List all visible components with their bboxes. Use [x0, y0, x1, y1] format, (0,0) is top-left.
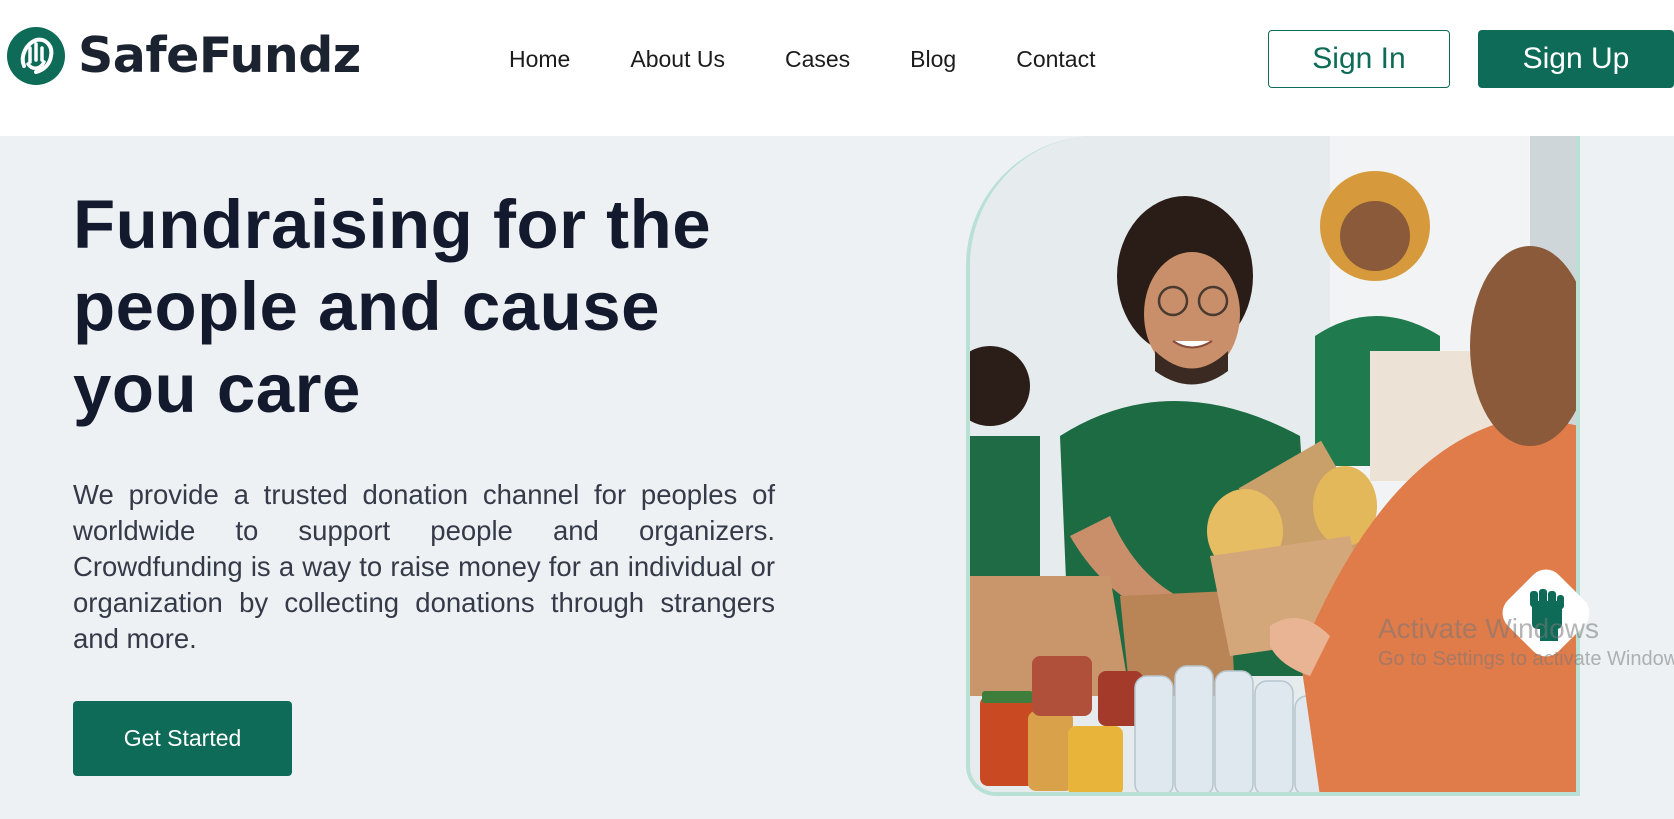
- hero-title: Fundraising for the people and cause you…: [73, 186, 712, 427]
- get-started-button[interactable]: Get Started: [73, 701, 292, 776]
- brand-logo[interactable]: SafeFundz: [6, 26, 361, 86]
- nav-link-contact[interactable]: Contact: [1016, 44, 1095, 74]
- sign-in-button[interactable]: Sign In: [1268, 30, 1450, 88]
- sign-up-button[interactable]: Sign Up: [1478, 30, 1674, 88]
- nav-link-blog[interactable]: Blog: [910, 44, 956, 74]
- brand-name: SafeFundz: [78, 27, 361, 84]
- hero-section: Fundraising for the people and cause you…: [0, 136, 1674, 819]
- nav-link-about-us[interactable]: About Us: [630, 44, 725, 74]
- raised-hand-circle-icon: [7, 27, 65, 85]
- nav-link-cases[interactable]: Cases: [785, 44, 850, 74]
- site-header: SafeFundz Home About Us Cases Blog Conta…: [0, 0, 1674, 136]
- raised-fist-icon[interactable]: [1492, 559, 1600, 667]
- main-nav: Home About Us Cases Blog Contact: [509, 44, 1155, 74]
- volunteers-photo-illustration: [970, 136, 1576, 792]
- hero-description: We provide a trusted donation channel fo…: [73, 479, 775, 654]
- hero-image: [966, 136, 1580, 796]
- nav-link-home[interactable]: Home: [509, 44, 570, 74]
